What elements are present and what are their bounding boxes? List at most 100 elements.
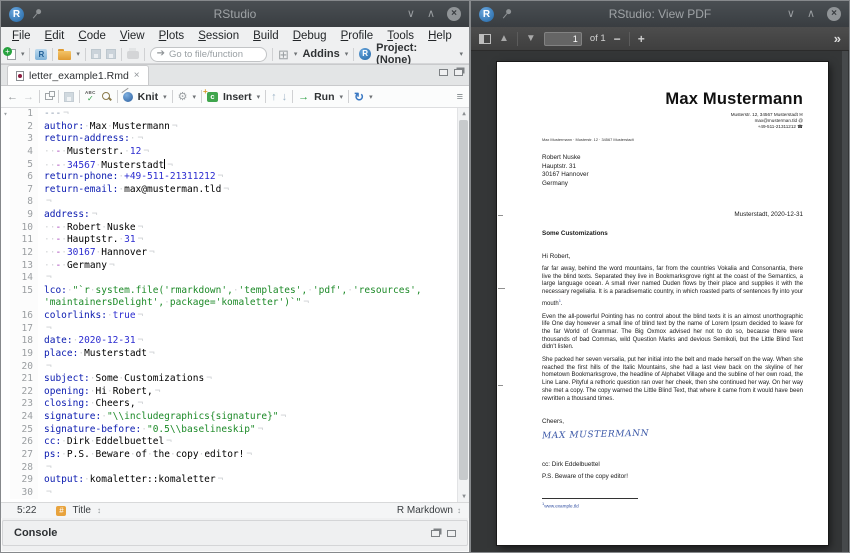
knit-caret-icon[interactable]: ▾ [163, 93, 167, 101]
gear-caret-icon[interactable]: ▾ [192, 93, 196, 101]
minimize-icon[interactable]: ∨ [787, 8, 795, 21]
code-line[interactable]: 20¬ [1, 361, 469, 374]
rerun-icon[interactable]: ↻ [354, 90, 364, 104]
save-document-icon[interactable] [64, 92, 74, 102]
code-line[interactable]: 7return-email:·max@musterman.tld¬ [1, 184, 469, 197]
scrollbar-thumb[interactable] [459, 120, 468, 480]
pin-icon[interactable] [498, 6, 515, 23]
new-file-icon[interactable] [7, 49, 16, 60]
code-line[interactable]: 3return-address:·¬ [1, 133, 469, 146]
goto-file-box[interactable]: ➔ [150, 47, 267, 62]
pane-layout-icon[interactable]: ⊞ [278, 48, 289, 61]
sidebar-toggle-icon[interactable] [479, 34, 491, 44]
run-caret-icon[interactable]: ▾ [340, 93, 344, 101]
menu-tools[interactable]: Tools [380, 30, 421, 42]
maximize-icon[interactable]: ∧ [807, 8, 815, 21]
code-line[interactable]: 29output:·komaletter::komaletter¬ [1, 474, 469, 487]
code-line[interactable]: 30¬ [1, 487, 469, 500]
fold-arrow-icon[interactable]: ▾ [1, 108, 10, 121]
open-new-window-icon[interactable] [45, 93, 53, 100]
new-file-caret-icon[interactable]: ▾ [21, 50, 25, 58]
code-line[interactable]: 22opening:·Hi·Robert,¬ [1, 386, 469, 399]
code-line[interactable]: 28¬ [1, 462, 469, 475]
more-tools-icon[interactable]: » [834, 31, 841, 46]
scroll-down-icon[interactable]: ▼ [458, 493, 469, 500]
menu-view[interactable]: View [113, 30, 152, 42]
menu-debug[interactable]: Debug [286, 30, 334, 42]
run-button[interactable]: Run [314, 91, 334, 103]
close-icon[interactable]: × [447, 7, 461, 21]
code-line[interactable]: 24signature:·"\\includegraphics{signatur… [1, 411, 469, 424]
code-line[interactable]: 25signature-before:·"0.5\\baselineskip"¬ [1, 424, 469, 437]
code-line[interactable]: 9address:¬ [1, 209, 469, 222]
code-editor[interactable]: ▾1---¬2author:·Max·Mustermann¬3return-ad… [1, 108, 469, 502]
save-icon[interactable] [91, 49, 101, 59]
menu-build[interactable]: Build [246, 30, 286, 42]
open-file-icon[interactable] [58, 51, 71, 60]
code-line[interactable]: 13··-·Germany¬ [1, 260, 469, 273]
doc-mode-selector[interactable]: R Markdown [397, 505, 453, 516]
document-outline-icon[interactable]: ≡ [457, 91, 463, 103]
goto-file-input[interactable] [169, 49, 259, 60]
forward-icon[interactable]: → [23, 91, 34, 103]
menu-session[interactable]: Session [191, 30, 246, 42]
zoom-out-icon[interactable]: − [614, 32, 621, 46]
menu-file[interactable]: File [5, 30, 38, 42]
editor-scrollbar[interactable]: ▲ ▼ [457, 108, 469, 502]
run-previous-icon[interactable]: ↑ [271, 91, 277, 103]
code-line[interactable]: 26cc:·Dirk·Eddelbuettel¬ [1, 436, 469, 449]
close-icon[interactable]: × [827, 7, 841, 21]
spellcheck-icon[interactable]: ABC✓ [85, 91, 96, 102]
code-line[interactable]: 11··-·Hauptstr.·31¬ [1, 234, 469, 247]
back-icon[interactable]: ← [7, 91, 18, 103]
code-line[interactable]: 18date:·2020-12-31¬ [1, 335, 469, 348]
code-line[interactable]: 17¬ [1, 323, 469, 336]
scroll-up-icon[interactable]: ▲ [458, 110, 469, 117]
code-line[interactable]: 14¬ [1, 272, 469, 285]
footnote-ref[interactable]: 1 [559, 298, 561, 303]
pane-maximize-icon[interactable] [454, 69, 463, 76]
addins-caret-icon[interactable]: ▾ [345, 50, 349, 58]
project-caret-icon[interactable]: ▾ [460, 50, 464, 58]
code-line[interactable]: 8¬ [1, 196, 469, 209]
console-minimize-icon[interactable] [431, 530, 440, 537]
gear-icon[interactable]: ⚙ [178, 90, 188, 103]
code-line[interactable]: 19place:·Musterstadt¬ [1, 348, 469, 361]
pdf-viewer-area[interactable]: Max Mustermann Musterstr. 12, 34567 Must… [471, 51, 849, 552]
console-header[interactable]: Console [2, 520, 468, 546]
menu-edit[interactable]: Edit [38, 30, 72, 42]
maximize-icon[interactable]: ∧ [427, 8, 435, 21]
code-line[interactable]: 4··-·Musterstr.·12¬ [1, 146, 469, 159]
pin-icon[interactable] [28, 6, 45, 23]
knit-button[interactable]: Knit [138, 91, 158, 103]
rstudio-titlebar[interactable]: R RStudio ∨ ∧ × [1, 1, 469, 27]
run-next-icon[interactable]: ↓ [282, 91, 288, 103]
pdf-scrollbar[interactable] [842, 51, 848, 552]
code-line[interactable]: 16colorlinks:·true¬ [1, 310, 469, 323]
page-number-input[interactable] [544, 32, 582, 46]
code-line[interactable]: 15lco:·"`r·system.file('rmarkdown',·'tem… [1, 285, 469, 298]
save-all-icon[interactable] [106, 49, 116, 59]
open-file-caret-icon[interactable]: ▾ [76, 50, 80, 58]
pdf-titlebar[interactable]: R RStudio: View PDF ∨ ∧ × [471, 1, 849, 27]
scope-selector[interactable]: Title [72, 505, 91, 516]
tab-close-icon[interactable]: × [134, 70, 140, 81]
footnote-url[interactable]: www.example.tld [544, 504, 578, 509]
minimize-icon[interactable]: ∨ [407, 8, 415, 21]
menu-code[interactable]: Code [71, 30, 113, 42]
code-line[interactable]: 27ps:·P.S.·Beware·of·the·copy·editor!¬ [1, 449, 469, 462]
next-page-icon[interactable]: ▼ [526, 33, 536, 44]
new-project-icon[interactable]: R [35, 49, 47, 60]
menu-profile[interactable]: Profile [334, 30, 381, 42]
menu-plots[interactable]: Plots [152, 30, 192, 42]
console-maximize-icon[interactable] [447, 530, 456, 537]
zoom-in-icon[interactable]: + [638, 32, 645, 46]
rerun-caret-icon[interactable]: ▾ [369, 93, 373, 101]
menu-help[interactable]: Help [421, 30, 459, 42]
code-line[interactable]: 2author:·Max·Mustermann¬ [1, 121, 469, 134]
project-button[interactable]: Project: (None) [376, 42, 454, 66]
footnote-link[interactable]: 1www.example.tld [542, 501, 579, 509]
pane-minimize-icon[interactable] [439, 69, 448, 76]
code-line[interactable]: 5··-·34567·Musterstadt¬ [1, 159, 469, 172]
code-line[interactable]: 21subject:·Some·Customizations¬ [1, 373, 469, 386]
